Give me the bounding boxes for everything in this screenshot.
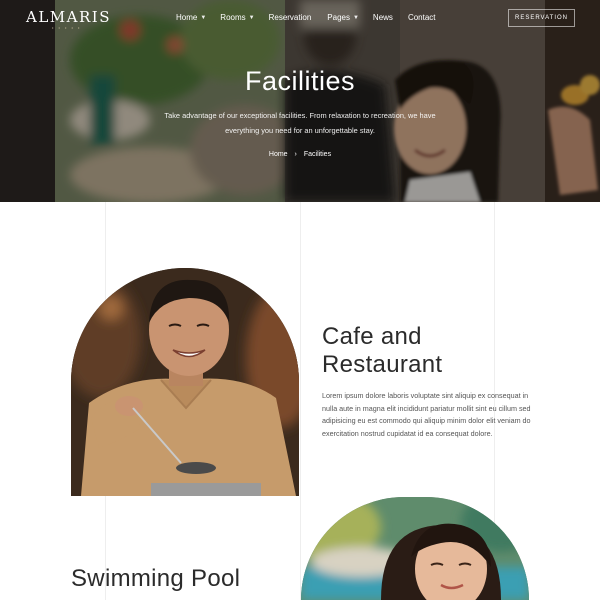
cafe-section-text: Lorem ipsum dolore laboris voluptate sin… [322, 391, 531, 439]
hero-banner: ALMARIS • • • • • Home ▼ Rooms ▼ Reserva… [0, 0, 600, 202]
reservation-button[interactable]: RESERVATION [508, 9, 575, 27]
nav-item-label: News [372, 13, 393, 22]
nav-item-rooms[interactable]: Rooms ▼ [220, 13, 254, 22]
nav-item-home[interactable]: Home ▼ [176, 13, 206, 22]
cafe-image [71, 268, 299, 496]
pool-section-title: Swimming Pool [71, 565, 241, 592]
chevron-down-icon: ▼ [248, 14, 255, 21]
main-menu: Home ▼ Rooms ▼ Reservation Pages ▼ News … [176, 13, 436, 22]
nav-item-label: Reservation [268, 13, 312, 22]
breadcrumb: Home › Facilities [0, 151, 600, 158]
page-title: Facilities [244, 66, 356, 96]
breadcrumb-home-link[interactable]: Home [269, 151, 288, 158]
cafe-photo-graphic [71, 268, 299, 496]
hero-description: Take advantage of our exceptional facili… [164, 111, 436, 135]
breadcrumb-separator-icon: › [294, 151, 297, 158]
chevron-down-icon: ▼ [352, 14, 359, 21]
nav-item-label: Contact [407, 13, 436, 22]
layout-guide-line [300, 202, 301, 600]
nav-item-contact[interactable]: Contact [408, 13, 436, 22]
brand-logo[interactable]: ALMARIS [26, 8, 111, 26]
brand-logo-dots: • • • • • [52, 25, 82, 30]
breadcrumb-current: Facilities [303, 151, 332, 158]
nav-item-label: Pages [327, 13, 350, 22]
nav-item-label: Home [176, 13, 198, 22]
nav-item-label: Rooms [220, 13, 246, 22]
chevron-down-icon: ▼ [200, 14, 207, 21]
nav-item-reservation[interactable]: Reservation [269, 13, 312, 22]
nav-item-pages[interactable]: Pages ▼ [327, 13, 359, 22]
top-navbar: ALMARIS • • • • • Home ▼ Rooms ▼ Reserva… [0, 0, 600, 36]
nav-item-news[interactable]: News [373, 13, 393, 22]
cafe-section-title: Cafe and Restaurant [322, 323, 443, 378]
